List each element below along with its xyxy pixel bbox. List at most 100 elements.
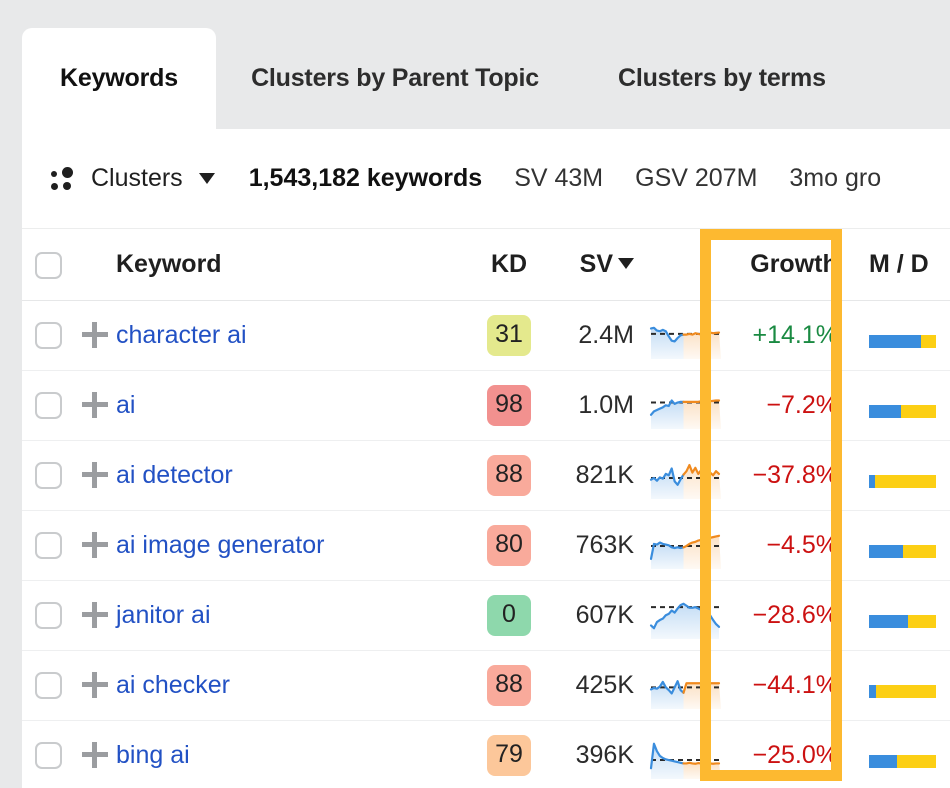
keyword-link[interactable]: ai image generator [116,531,324,559]
md-bar [869,335,936,348]
header-keyword[interactable]: Keyword [116,229,470,301]
row-select-cell [22,650,74,721]
row-checkbox[interactable] [34,321,62,349]
keyword-cell: bing ai [116,720,470,788]
tab-strip: Keywords Clusters by Parent Topic Cluste… [0,0,950,129]
header-growth[interactable]: Growth [730,229,858,301]
row-add-cell [74,370,116,441]
row-select-cell [22,440,74,511]
row-checkbox[interactable] [34,741,62,769]
table-header-row: Keyword KD SV Growth M / D [22,229,950,301]
keyword-link[interactable]: ai [116,391,135,419]
sv-value: 425K [575,670,634,699]
clusters-dropdown-button[interactable]: Clusters [50,164,215,193]
plus-icon[interactable] [82,672,108,698]
header-sv[interactable]: SV [548,229,640,301]
md-bar [869,475,936,488]
row-select-cell [22,300,74,371]
tab-keywords[interactable]: Keywords [22,28,216,129]
keyword-cell: character ai [116,300,470,371]
kd-badge: 0 [487,594,531,636]
keyword-cell: ai detector [116,440,470,511]
plus-icon[interactable] [82,532,108,558]
sv-cell: 607K [548,580,640,651]
row-select-cell [22,370,74,441]
row-add-cell [74,650,116,721]
sv-value: 1.0M [578,390,634,419]
growth-cell: +14.1% [730,300,858,371]
table-row[interactable]: ai 98 1.0M −7.2% [22,370,950,441]
md-bar-blue-segment [869,755,898,769]
row-add-cell [74,580,116,651]
table-row[interactable]: bing ai 79 396K −25.0% [22,720,950,788]
plus-icon[interactable] [82,462,108,488]
sv-cell: 763K [548,510,640,581]
md-cell [858,720,950,788]
keyword-cell: janitor ai [116,580,470,651]
kd-badge: 79 [487,734,531,776]
table-row[interactable]: character ai 31 2.4M +14.1% [22,300,950,371]
md-cell [858,510,950,581]
kd-badge: 31 [487,314,531,356]
header-md[interactable]: M / D [858,229,950,301]
md-bar-blue-segment [869,685,876,698]
table-row[interactable]: janitor ai 0 607K −28.6% [22,580,950,651]
md-bar [869,545,936,558]
row-select-cell [22,580,74,651]
keyword-link[interactable]: ai checker [116,671,230,699]
select-all-checkbox[interactable] [34,251,62,279]
row-checkbox[interactable] [34,391,62,419]
md-bar [869,405,936,418]
keyword-cell: ai checker [116,650,470,721]
sv-cell: 821K [548,440,640,511]
sv-cell: 1.0M [548,370,640,441]
growth-cell: −4.5% [730,510,858,581]
kd-cell: 31 [470,300,548,371]
plus-icon[interactable] [82,322,108,348]
growth-value: +14.1% [752,320,839,349]
plus-icon[interactable] [82,392,108,418]
sv-value: 396K [575,740,634,769]
tab-clusters-by-parent-topic[interactable]: Clusters by Parent Topic [230,28,560,129]
row-add-cell [74,300,116,371]
header-sparkline [640,229,730,301]
row-checkbox[interactable] [34,601,62,629]
sparkline-cell [640,510,730,581]
md-cell [858,650,950,721]
keywords-table: Keyword KD SV Growth M / D character ai 3… [22,229,950,788]
keyword-link[interactable]: character ai [116,321,247,349]
growth-value: −7.2% [766,390,838,419]
row-checkbox[interactable] [34,461,62,489]
tab-clusters-by-terms[interactable]: Clusters by terms [618,28,918,129]
table-row[interactable]: ai checker 88 425K −44.1% [22,650,950,721]
table-body: character ai 31 2.4M +14.1% ai 98 1.0M −7.2% ai … [22,300,950,788]
row-checkbox[interactable] [34,671,62,699]
keyword-cell: ai image generator [116,510,470,581]
sort-descending-icon [618,257,634,269]
table-row[interactable]: ai detector 88 821K −37.8% [22,440,950,511]
header-kd[interactable]: KD [470,229,548,301]
md-bar [869,685,936,698]
growth-cell: −37.8% [730,440,858,511]
md-cell [858,440,950,511]
sv-value: 607K [575,600,634,629]
kd-cell: 88 [470,650,548,721]
sparkline-cell [640,580,730,651]
md-cell [858,300,950,371]
keyword-link[interactable]: bing ai [116,741,190,769]
plus-icon[interactable] [82,602,108,628]
table-row[interactable]: ai image generator 80 763K −4.5% [22,510,950,581]
row-add-cell [74,720,116,788]
growth-cell: −7.2% [730,370,858,441]
sv-cell: 425K [548,650,640,721]
select-all-header [22,229,74,301]
growth-value: −4.5% [766,530,838,559]
md-bar [869,615,936,628]
keyword-link[interactable]: ai detector [116,461,233,489]
plus-icon[interactable] [82,742,108,769]
md-bar-blue-segment [869,545,903,558]
keyword-link[interactable]: janitor ai [116,601,211,629]
row-checkbox[interactable] [34,531,62,559]
kd-cell: 88 [470,440,548,511]
growth-cell: −44.1% [730,650,858,721]
